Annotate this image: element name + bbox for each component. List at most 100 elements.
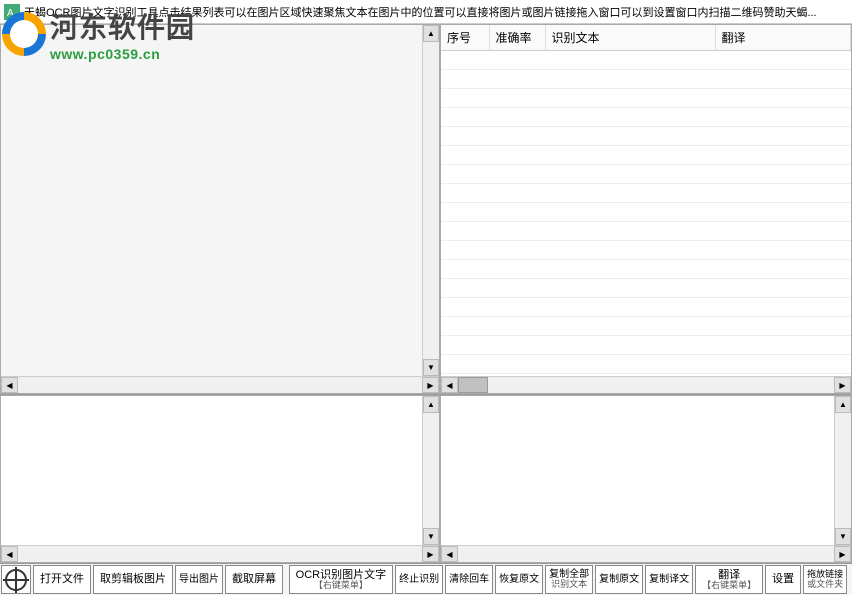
translation-text-area[interactable] [441, 396, 834, 545]
scroll-track[interactable] [423, 42, 439, 359]
scroll-right-icon[interactable]: ▶ [422, 546, 439, 562]
crosshair-icon [5, 569, 27, 591]
copy-all-sub: 识别文本 [551, 580, 587, 590]
recognized-text-panel: ▲ ▼ ◀ ▶ [0, 395, 440, 563]
copy-trans-label: 复制译文 [649, 574, 689, 585]
table-row[interactable] [441, 279, 851, 298]
scroll-left-icon[interactable]: ◀ [1, 546, 18, 562]
results-table[interactable]: 序号 准确率 识别文本 翻译 [441, 25, 851, 51]
scroll-track[interactable] [458, 546, 834, 562]
col-text[interactable]: 识别文本 [545, 25, 715, 51]
capture-screen-label: 截取屏幕 [232, 573, 276, 585]
copy-trans-button[interactable]: 复制译文 [645, 565, 693, 594]
table-h-scrollbar[interactable]: ◀ ▶ [441, 376, 851, 393]
table-row[interactable] [441, 127, 851, 146]
translate-button[interactable]: 翻译 【右键菜单】 [695, 565, 763, 594]
translate-sub: 【右键菜单】 [702, 581, 756, 591]
table-row[interactable] [441, 51, 851, 70]
top-panels: ▲ ▼ ◀ ▶ 序号 准确率 [0, 24, 852, 394]
table-row[interactable] [441, 317, 851, 336]
scroll-right-icon[interactable]: ▶ [422, 377, 439, 393]
table-row[interactable] [441, 165, 851, 184]
scroll-left-icon[interactable]: ◀ [441, 377, 458, 393]
drag-hint-button[interactable]: 拖放链接 或文件夹 [803, 565, 847, 594]
settings-label: 设置 [772, 573, 794, 585]
export-pic-label: 导出图片 [179, 574, 219, 585]
trans-v-scrollbar[interactable]: ▲ ▼ [834, 396, 851, 545]
ocr-recognize-label: OCR识别图片文字 [296, 569, 386, 581]
scroll-right-icon[interactable]: ▶ [834, 546, 851, 562]
get-clipboard-button[interactable]: 取剪辑板图片 [93, 565, 173, 594]
image-v-scrollbar[interactable]: ▲ ▼ [422, 25, 439, 376]
scroll-right-icon[interactable]: ▶ [834, 377, 851, 393]
table-row[interactable] [441, 241, 851, 260]
image-h-scrollbar[interactable]: ◀ ▶ [1, 376, 439, 393]
table-row[interactable] [441, 203, 851, 222]
table-row[interactable] [441, 184, 851, 203]
export-pic-button[interactable]: 导出图片 [175, 565, 223, 594]
crosshair-button[interactable] [1, 565, 31, 594]
copy-all-button[interactable]: 复制全部 识别文本 [545, 565, 593, 594]
capture-screen-button[interactable]: 截取屏幕 [225, 565, 283, 594]
table-row[interactable] [441, 70, 851, 89]
col-accuracy[interactable]: 准确率 [489, 25, 545, 51]
image-canvas[interactable] [1, 25, 422, 376]
copy-orig-button[interactable]: 复制原文 [595, 565, 643, 594]
scroll-track[interactable] [18, 546, 422, 562]
recognized-text-area[interactable] [1, 396, 422, 545]
get-clipboard-label: 取剪辑板图片 [100, 573, 166, 585]
clear-label: 清除回车 [449, 574, 489, 585]
table-header-row: 序号 准确率 识别文本 翻译 [441, 25, 851, 51]
scroll-track[interactable] [18, 377, 422, 393]
app-icon: A [4, 4, 20, 20]
drag-hint-sub: 或文件夹 [807, 580, 843, 590]
scroll-left-icon[interactable]: ◀ [441, 546, 458, 562]
col-translation[interactable]: 翻译 [715, 25, 851, 51]
scroll-down-icon[interactable]: ▼ [423, 528, 439, 545]
table-row[interactable] [441, 298, 851, 317]
scroll-track[interactable] [835, 413, 851, 528]
scroll-up-icon[interactable]: ▲ [423, 25, 439, 42]
scroll-track[interactable] [458, 377, 834, 393]
scroll-down-icon[interactable]: ▼ [835, 528, 851, 545]
scroll-thumb[interactable] [458, 377, 488, 393]
svg-text:A: A [7, 8, 14, 19]
stop-button[interactable]: 终止识别 [395, 565, 443, 594]
scroll-left-icon[interactable]: ◀ [1, 377, 18, 393]
scroll-down-icon[interactable]: ▼ [423, 359, 439, 376]
scroll-up-icon[interactable]: ▲ [835, 396, 851, 413]
open-file-label: 打开文件 [40, 573, 84, 585]
image-panel: ▲ ▼ ◀ ▶ [0, 24, 440, 394]
ocr-sub-label: 【右键菜单】 [314, 581, 368, 591]
scroll-up-icon[interactable]: ▲ [423, 396, 439, 413]
main-area: ▲ ▼ ◀ ▶ 序号 准确率 [0, 24, 852, 563]
restore-button[interactable]: 恢复原文 [495, 565, 543, 594]
stop-label: 终止识别 [399, 574, 439, 585]
table-row[interactable] [441, 336, 851, 355]
translation-text-panel: ▲ ▼ ◀ ▶ [440, 395, 852, 563]
table-row[interactable] [441, 89, 851, 108]
translate-label: 翻译 [718, 569, 740, 581]
clear-button[interactable]: 清除回车 [445, 565, 493, 594]
table-row[interactable] [441, 222, 851, 241]
restore-label: 恢复原文 [499, 574, 539, 585]
table-row[interactable] [441, 260, 851, 279]
bottom-panels: ▲ ▼ ◀ ▶ ▲ ▼ [0, 394, 852, 563]
text-v-scrollbar[interactable]: ▲ ▼ [422, 396, 439, 545]
ocr-recognize-button[interactable]: OCR识别图片文字 【右键菜单】 [289, 565, 393, 594]
col-seq[interactable]: 序号 [441, 25, 489, 51]
table-row[interactable] [441, 146, 851, 165]
scroll-track[interactable] [423, 413, 439, 528]
title-bar: A 天蝎OCR图片文字识别工具点击结果列表可以在图片区域快速聚焦文本在图片中的位… [0, 0, 852, 24]
copy-orig-label: 复制原文 [599, 574, 639, 585]
open-file-button[interactable]: 打开文件 [33, 565, 91, 594]
table-row[interactable] [441, 108, 851, 127]
toolbar: 打开文件 取剪辑板图片 导出图片 截取屏幕 OCR识别图片文字 【右键菜单】 终… [0, 563, 852, 595]
trans-h-scrollbar[interactable]: ◀ ▶ [441, 545, 851, 562]
title-text: 天蝎OCR图片文字识别工具点击结果列表可以在图片区域快速聚焦文本在图片中的位置可… [24, 4, 817, 20]
settings-button[interactable]: 设置 [765, 565, 801, 594]
text-h-scrollbar[interactable]: ◀ ▶ [1, 545, 439, 562]
table-row[interactable] [441, 355, 851, 374]
results-table-panel: 序号 准确率 识别文本 翻译 [440, 24, 852, 394]
table-body[interactable] [441, 51, 851, 376]
